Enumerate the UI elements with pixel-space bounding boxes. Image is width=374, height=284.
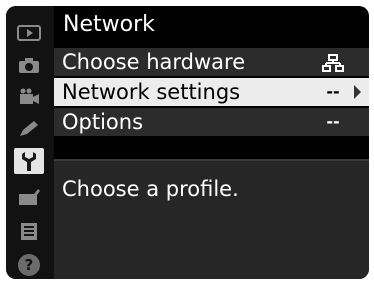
playback-icon[interactable] (14, 20, 44, 46)
menu-item-label: Network settings (62, 80, 241, 104)
pencil-icon[interactable] (14, 116, 44, 142)
menu-item-network-settings[interactable]: Network settings -- (54, 78, 369, 106)
menu-item-choose-hardware[interactable]: Choose hardware (54, 48, 369, 76)
chevron-right-icon (354, 85, 361, 99)
menu-item-value: -- (326, 82, 340, 101)
help-icon[interactable]: ? (18, 254, 40, 276)
menu-item-options[interactable]: Options -- (54, 108, 369, 136)
wrench-icon[interactable] (14, 148, 44, 174)
help-text: Choose a profile. (62, 177, 239, 201)
help-panel: Choose a profile. (54, 161, 369, 279)
menu-item-value: -- (326, 112, 340, 131)
menu-item-label: Choose hardware (62, 50, 246, 74)
my-menu-icon[interactable] (14, 218, 44, 244)
menu-tabs-sidebar: ? (6, 6, 54, 279)
video-icon[interactable] (14, 84, 44, 110)
camera-menu-screen: ? Network Choose hardware Network settin… (6, 6, 369, 279)
page-title: Network (63, 12, 155, 37)
network-hardware-icon (316, 54, 350, 72)
camera-icon[interactable] (14, 52, 44, 78)
menu-item-label: Options (62, 110, 144, 134)
retouch-icon[interactable] (14, 184, 44, 210)
